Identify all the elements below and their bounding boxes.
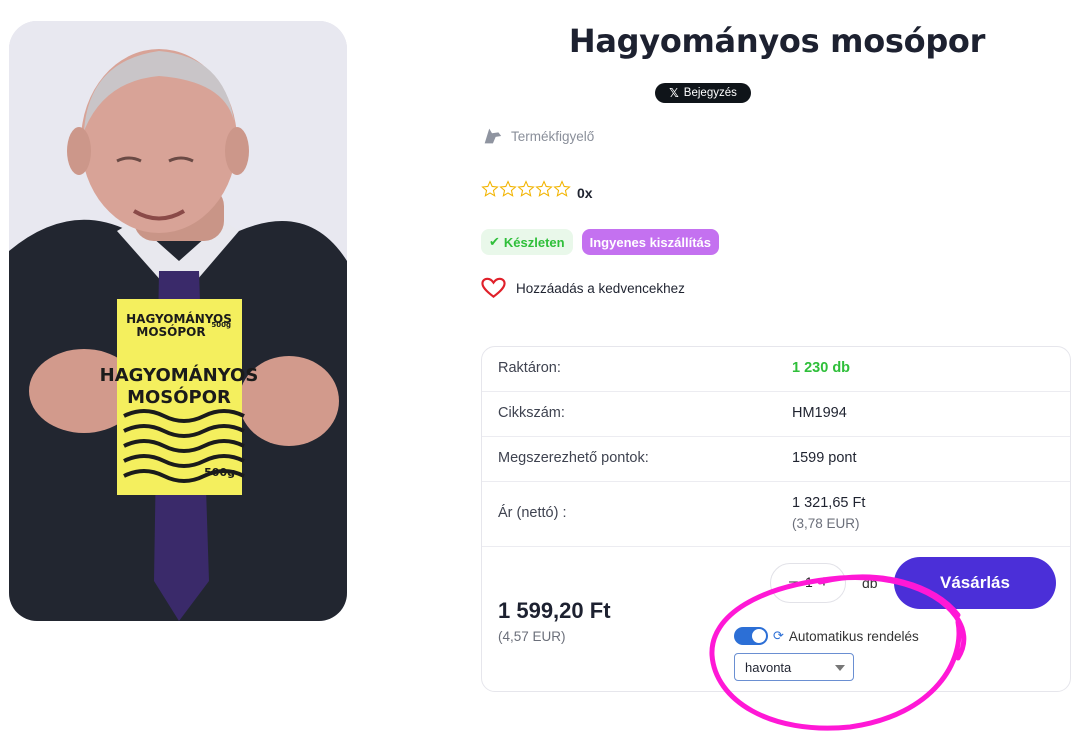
star-icon[interactable] [517, 180, 535, 198]
buy-button[interactable]: Vásárlás [894, 557, 1056, 609]
points-label: Megszerezhető pontok: [498, 450, 649, 466]
chevron-down-icon [835, 665, 845, 671]
net-price-eur: (3,78 EUR) [792, 516, 860, 531]
package-weight: 500g [204, 466, 235, 479]
add-to-favorites[interactable]: Hozzáadás a kedvencekhez [481, 277, 685, 299]
points-row: Megszerezhető pontok: 1599 pont [482, 437, 1070, 482]
rating-stars [481, 180, 571, 198]
product-watch-link[interactable]: Termékfigyelő [481, 125, 594, 147]
package-label-large-2: MOSÓPOR [127, 386, 231, 408]
product-watch-label: Termékfigyelő [511, 128, 595, 144]
quantity-stepper[interactable]: – 1 + [770, 563, 846, 603]
add-to-favorites-label: Hozzáadás a kedvencekhez [516, 280, 685, 296]
package-label-small-2: MOSÓPOR [136, 324, 205, 339]
auto-order: ⟳ Automatikus rendelés [734, 627, 919, 645]
quantity-value[interactable]: 1 [805, 574, 813, 590]
in-stock-badge: ✔ Készleten [481, 229, 573, 255]
rating: 0x [481, 180, 593, 201]
in-stock-label: Készleten [503, 234, 565, 250]
net-price-label: Ár (nettó) : [498, 505, 567, 521]
stock-value: 1 230 db [792, 360, 851, 376]
gross-price-eur: (4,57 EUR) [498, 629, 566, 644]
order-frequency-select[interactable]: havonta [734, 653, 854, 681]
quantity-unit: db [862, 575, 878, 591]
net-price-value: 1 321,65 Ft [792, 495, 866, 511]
star-icon[interactable] [553, 180, 571, 198]
check-icon: ✔ [489, 234, 500, 249]
order-frequency-value: havonta [745, 659, 792, 675]
star-icon[interactable] [535, 180, 553, 198]
net-price-row: Ár (nettó) : 1 321,65 Ft (3,78 EUR) [482, 482, 1070, 547]
star-icon[interactable] [499, 180, 517, 198]
quantity-increase-button[interactable]: + [819, 572, 829, 592]
rating-count: 0x [577, 185, 593, 201]
package-label-large-1: HAGYOMÁNYOS [100, 364, 259, 386]
gross-price: 1 599,20 Ft [498, 598, 611, 623]
x-post-label: Bejegyzés [683, 87, 737, 99]
x-logo-icon: 𝕏 [669, 86, 679, 100]
free-shipping-badge: Ingyenes kiszállítás [581, 229, 720, 255]
x-post-button[interactable]: 𝕏 Bejegyzés [655, 83, 751, 103]
dog-icon [484, 128, 502, 144]
badges: ✔ Készleten Ingyenes kiszállítás [481, 229, 720, 255]
points-value: 1599 pont [792, 450, 857, 466]
sku-row: Cikkszám: HM1994 [482, 392, 1070, 437]
star-icon[interactable] [481, 180, 499, 198]
sku-label: Cikkszám: [498, 405, 565, 421]
heart-icon [481, 277, 506, 298]
product-title: Hagyományos mosópor [568, 22, 986, 60]
product-image: HAGYOMÁNYOS MOSÓPOR 500g HAGYOMÁNYOS MOS… [9, 21, 347, 621]
auto-order-label: Automatikus rendelés [788, 628, 919, 644]
stock-row: Raktáron: 1 230 db [482, 347, 1070, 392]
package-weight-small: 500g [211, 321, 231, 329]
refresh-icon: ⟳ [773, 628, 784, 643]
quantity-decrease-button[interactable]: – [789, 573, 798, 591]
product-info-card: Raktáron: 1 230 db Cikkszám: HM1994 Megs… [481, 346, 1071, 692]
sku-value: HM1994 [792, 405, 847, 421]
auto-order-toggle[interactable] [734, 627, 768, 645]
stock-label: Raktáron: [498, 360, 561, 376]
